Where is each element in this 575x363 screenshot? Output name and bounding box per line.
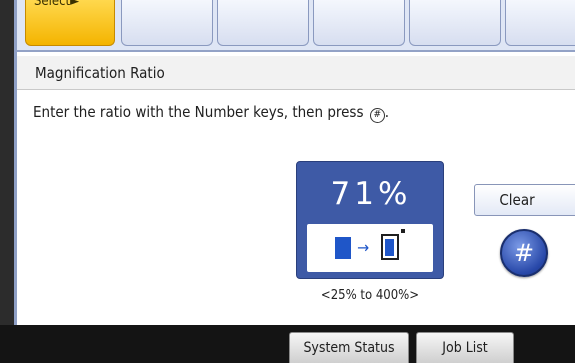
page-title: Magnification Ratio (35, 64, 165, 82)
reduce-enlarge-diagram: → (307, 224, 433, 272)
job-list-button[interactable]: Job List (416, 332, 514, 363)
ratio-range-hint: <25% to 400%> (320, 288, 420, 303)
ratio-display-panel: 71% → (296, 161, 444, 279)
corner-marker-icon (401, 229, 405, 233)
tab-strip: Select► (17, 0, 575, 52)
instruction-text: Enter the ratio with the Number keys, th… (33, 103, 389, 123)
tab-5[interactable] (409, 0, 501, 46)
copier-screen: Select► Magnification Ratio Enter the ra… (0, 0, 575, 363)
tab-4[interactable] (313, 0, 405, 46)
tab-2[interactable] (121, 0, 213, 46)
system-status-button[interactable]: System Status (289, 332, 409, 363)
clear-button[interactable]: Clear (474, 184, 575, 216)
instruction-label: Enter the ratio with the Number keys, th… (33, 103, 364, 121)
hash-button[interactable]: # (500, 229, 548, 277)
ratio-value: 71% (330, 176, 412, 212)
instruction-suffix: . (384, 103, 390, 121)
tab-select-label: Select► (34, 0, 80, 9)
hash-key-icon: # (369, 108, 385, 123)
copy-document-icon (381, 234, 399, 260)
left-border (0, 0, 14, 325)
arrow-right-icon: → (357, 238, 370, 257)
copy-document-fill (385, 239, 394, 256)
title-bar: Magnification Ratio (17, 56, 575, 90)
tab-6[interactable] (505, 0, 575, 46)
original-document-icon (335, 237, 351, 259)
tab-select[interactable]: Select► (25, 0, 115, 46)
tab-3[interactable] (217, 0, 309, 46)
